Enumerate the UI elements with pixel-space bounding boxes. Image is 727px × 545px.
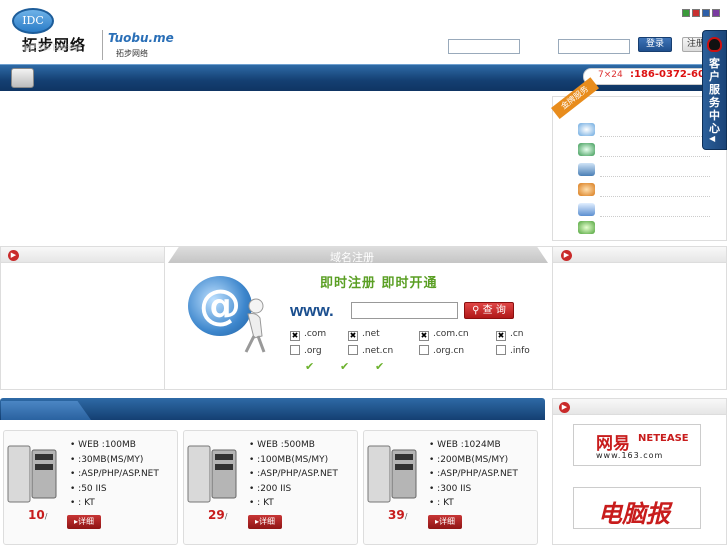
workstation-icon[interactable] (578, 203, 595, 216)
service-divider (600, 216, 710, 217)
spec-item: • :ASP/PHP/ASP.NET (70, 469, 159, 479)
hosting-spec-list: • WEB :500MB • :100MB(MS/MY) • :ASP/PHP/… (249, 438, 338, 511)
logo-english-name[interactable]: Tuobu.me (108, 31, 174, 45)
spec-item: • :200MB(MS/MY) (429, 454, 509, 465)
spec-item: • :30MB(MS/MY) (70, 454, 144, 465)
service-divider (600, 196, 710, 197)
tld-net-checkbox[interactable]: ✖ .net (348, 329, 380, 341)
server-computer-icon (367, 445, 417, 503)
network-icon[interactable] (578, 123, 595, 136)
price-value: 10/ (28, 508, 48, 522)
home-button[interactable] (11, 68, 34, 88)
domain-search-input[interactable] (351, 302, 458, 319)
search-icon: ⚲ (472, 305, 480, 316)
check-icon: ✔ (375, 360, 385, 373)
right-news-panel (552, 246, 727, 390)
domain-search-label: 查 询 (482, 305, 506, 316)
spec-item: • :300 IIS (429, 483, 472, 494)
monitor-icon[interactable] (578, 143, 595, 156)
theme-swatch-green[interactable] (682, 9, 690, 17)
detail-button[interactable]: ▸详细 (67, 515, 101, 529)
price-value: 29/ (208, 508, 228, 522)
service-divider (600, 136, 710, 137)
play-bullet-icon: ▶ (561, 250, 572, 261)
logo-idc-badge[interactable]: IDC (12, 8, 54, 34)
partner-header (553, 399, 726, 415)
hosting-spec-list: • WEB :100MB • :30MB(MS/MY) • :ASP/PHP/A… (70, 438, 159, 511)
detail-button[interactable]: ▸详细 (428, 515, 462, 529)
theme-swatch-red[interactable] (692, 9, 700, 17)
pc-weekly-text: 电脑报 (598, 499, 670, 528)
server-computer-icon (7, 445, 57, 503)
hosting-header-tab (1, 401, 91, 420)
spec-item: • :50 IIS (70, 483, 107, 494)
tld-info-checkbox[interactable]: .info (496, 345, 530, 356)
tld-cn-checkbox[interactable]: ✖ .cn (496, 329, 524, 341)
left-news-header (1, 247, 164, 263)
users-icon[interactable] (578, 183, 595, 196)
check-icon: ✔ (340, 360, 350, 373)
spec-item: • :ASP/PHP/ASP.NET (249, 469, 338, 479)
hotline-hours: 7×24 (598, 70, 623, 80)
install-icon[interactable] (578, 221, 595, 234)
login-button[interactable]: 登录 (638, 37, 672, 52)
domain-slogan: 即时注册 即时开通 (320, 276, 438, 291)
right-news-header (553, 247, 726, 263)
hosting-spec-list: • WEB :1024MB • :200MB(MS/MY) • :ASP/PHP… (429, 438, 518, 511)
collapse-arrow-icon[interactable]: ◀ (709, 134, 715, 143)
logo-divider (102, 30, 103, 60)
spec-item: • : KT (429, 498, 454, 508)
play-bullet-icon: ▶ (8, 250, 19, 261)
username-input[interactable] (448, 39, 520, 54)
tld-org-checkbox[interactable]: .org (290, 345, 322, 356)
spec-item: • WEB :100MB (70, 440, 136, 450)
spec-item: • :200 IIS (249, 483, 292, 494)
theme-swatch-blue[interactable] (702, 9, 710, 17)
tld-orgcn-checkbox[interactable]: .org.cn (419, 345, 464, 356)
spec-item: • : KT (249, 498, 274, 508)
spec-item: • : KT (70, 498, 95, 508)
service-divider (600, 176, 710, 177)
mascot-figure-icon (244, 298, 266, 353)
spec-item: • WEB :1024MB (429, 440, 501, 450)
logo-reflection: 拓步网络 (22, 43, 83, 52)
check-icon: ✔ (305, 360, 315, 373)
netease-en-text: NETEASE (638, 433, 689, 444)
tld-com-checkbox[interactable]: ✖ .com (290, 329, 326, 341)
netease-url-text: www.163.com (596, 451, 664, 460)
customer-service-label[interactable]: 客户服务中心 (707, 57, 722, 135)
left-news-panel (0, 246, 165, 390)
spec-item: • :ASP/PHP/ASP.NET (429, 469, 518, 479)
theme-swatch-purple[interactable] (712, 9, 720, 17)
logo-subtitle: 拓步网络 (116, 49, 148, 58)
qq-penguin-icon[interactable] (707, 37, 722, 52)
password-input[interactable] (558, 39, 630, 54)
spec-item: • WEB :500MB (249, 440, 315, 450)
service-divider (600, 156, 710, 157)
domain-title: 域名注册 (330, 251, 374, 264)
price-value: 39/ (388, 508, 408, 522)
netease-logo[interactable]: 网易 NETEASE www.163.com (573, 424, 701, 466)
detail-button[interactable]: ▸详细 (248, 515, 282, 529)
computer-icon[interactable] (578, 163, 595, 176)
www-prefix: www. (290, 301, 334, 320)
tld-comcn-checkbox[interactable]: ✖ .com.cn (419, 329, 469, 341)
pc-weekly-logo[interactable]: 电脑报 (573, 487, 701, 529)
domain-search-button[interactable]: ⚲ 查 询 (464, 302, 514, 319)
spec-item: • :100MB(MS/MY) (249, 454, 329, 465)
play-bullet-icon: ▶ (559, 402, 570, 413)
tld-netcn-checkbox[interactable]: .net.cn (348, 345, 393, 356)
server-computer-icon (187, 445, 237, 503)
